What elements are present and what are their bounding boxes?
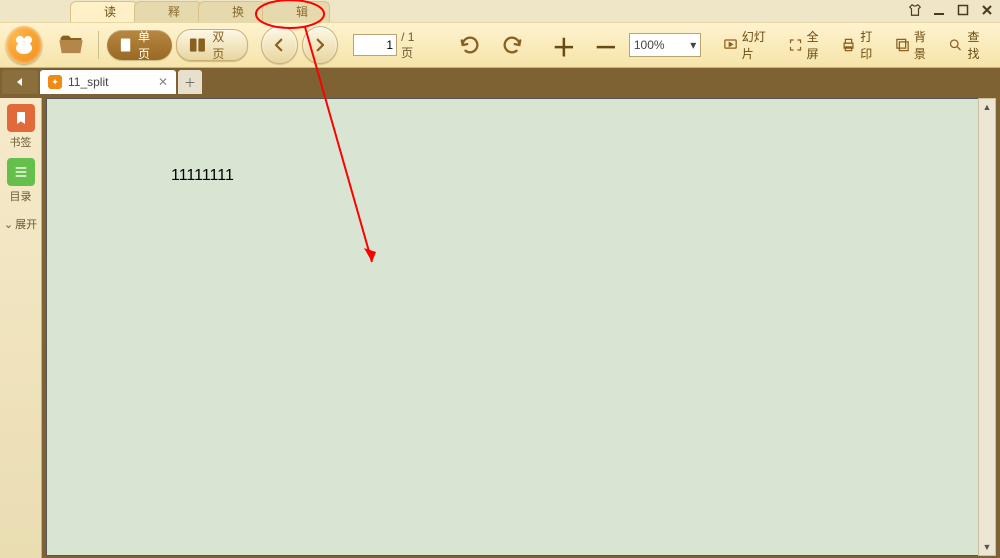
- app-logo-icon[interactable]: [6, 26, 42, 64]
- fullscreen-button[interactable]: 全屏: [784, 28, 834, 62]
- file-tabbar: ✦ 11_split ✕ ＋: [0, 68, 1000, 98]
- background-label: 背景: [914, 28, 937, 62]
- collapse-sidebar-button[interactable]: [2, 70, 38, 94]
- zoom-select[interactable]: 100% ▾: [629, 33, 701, 57]
- document-body: 11111111: [47, 99, 979, 185]
- document-area: 11111111 ▲ ▼: [42, 98, 1000, 558]
- toc-label: 目录: [10, 188, 32, 204]
- expand-label: 展开: [15, 216, 37, 232]
- bookmark-icon[interactable]: [7, 104, 35, 132]
- menu-tab-annotate[interactable]: 注释: [134, 1, 202, 22]
- menu-strip: 阅读 注释 转换 编辑: [0, 0, 1000, 22]
- next-page-button[interactable]: [302, 26, 338, 64]
- find-label: 查找: [967, 28, 990, 62]
- page-indicator: / 1页: [353, 30, 422, 61]
- page-number-input[interactable]: [353, 34, 397, 56]
- file-favicon-icon: ✦: [48, 75, 62, 89]
- sidebar: 书签 目录 ⌄ 展开: [0, 98, 42, 558]
- main-area: 书签 目录 ⌄ 展开 11111111 ▲ ▼: [0, 98, 1000, 558]
- single-page-label: 单页: [138, 28, 160, 62]
- prev-page-button[interactable]: [261, 26, 297, 64]
- double-page-label: 双页: [212, 28, 235, 62]
- redo-button[interactable]: [493, 30, 531, 60]
- close-tab-icon[interactable]: ✕: [158, 75, 168, 89]
- fullscreen-label: 全屏: [807, 28, 830, 62]
- maximize-icon[interactable]: [956, 3, 970, 17]
- find-button[interactable]: 查找: [944, 28, 994, 62]
- menu-tab-read[interactable]: 阅读: [70, 1, 138, 22]
- zoom-out-button[interactable]: －: [587, 30, 625, 60]
- menu-tab-convert[interactable]: 转换: [198, 1, 266, 22]
- print-button[interactable]: 打印: [837, 28, 887, 62]
- print-label: 打印: [860, 28, 883, 62]
- zoom-in-button[interactable]: ＋: [545, 30, 583, 60]
- scroll-up-icon[interactable]: ▲: [979, 99, 995, 115]
- window-controls: [908, 3, 994, 17]
- file-tab[interactable]: ✦ 11_split ✕: [40, 70, 176, 94]
- undo-button[interactable]: [451, 30, 489, 60]
- toolbar: 单页 双页 / 1页 ＋ － 100% ▾ 幻灯片 全屏 打印: [0, 22, 1000, 68]
- vertical-scrollbar[interactable]: ▲ ▼: [978, 98, 996, 556]
- skin-icon[interactable]: [908, 3, 922, 17]
- single-page-button[interactable]: 单页: [107, 30, 173, 60]
- expand-sidebar-button[interactable]: ⌄ 展开: [4, 216, 37, 232]
- scroll-down-icon[interactable]: ▼: [979, 539, 995, 555]
- menu-tab-edit[interactable]: 编辑: [262, 1, 330, 22]
- open-file-button[interactable]: [52, 30, 90, 60]
- minimize-icon[interactable]: [932, 3, 946, 17]
- new-tab-button[interactable]: ＋: [178, 70, 202, 94]
- toc-icon[interactable]: [7, 158, 35, 186]
- document-page[interactable]: 11111111: [46, 98, 980, 556]
- slideshow-label: 幻灯片: [742, 28, 776, 62]
- chevron-down-icon: ⌄: [4, 218, 13, 231]
- double-page-button[interactable]: 双页: [176, 29, 247, 61]
- background-button[interactable]: 背景: [891, 28, 941, 62]
- separator: [98, 31, 99, 59]
- page-total-label: / 1页: [401, 30, 422, 61]
- bookmark-label: 书签: [10, 134, 32, 150]
- file-tab-label: 11_split: [68, 75, 108, 89]
- close-icon[interactable]: [980, 3, 994, 17]
- slideshow-button[interactable]: 幻灯片: [719, 28, 780, 62]
- chevron-down-icon: ▾: [690, 38, 696, 52]
- zoom-value: 100%: [634, 38, 665, 52]
